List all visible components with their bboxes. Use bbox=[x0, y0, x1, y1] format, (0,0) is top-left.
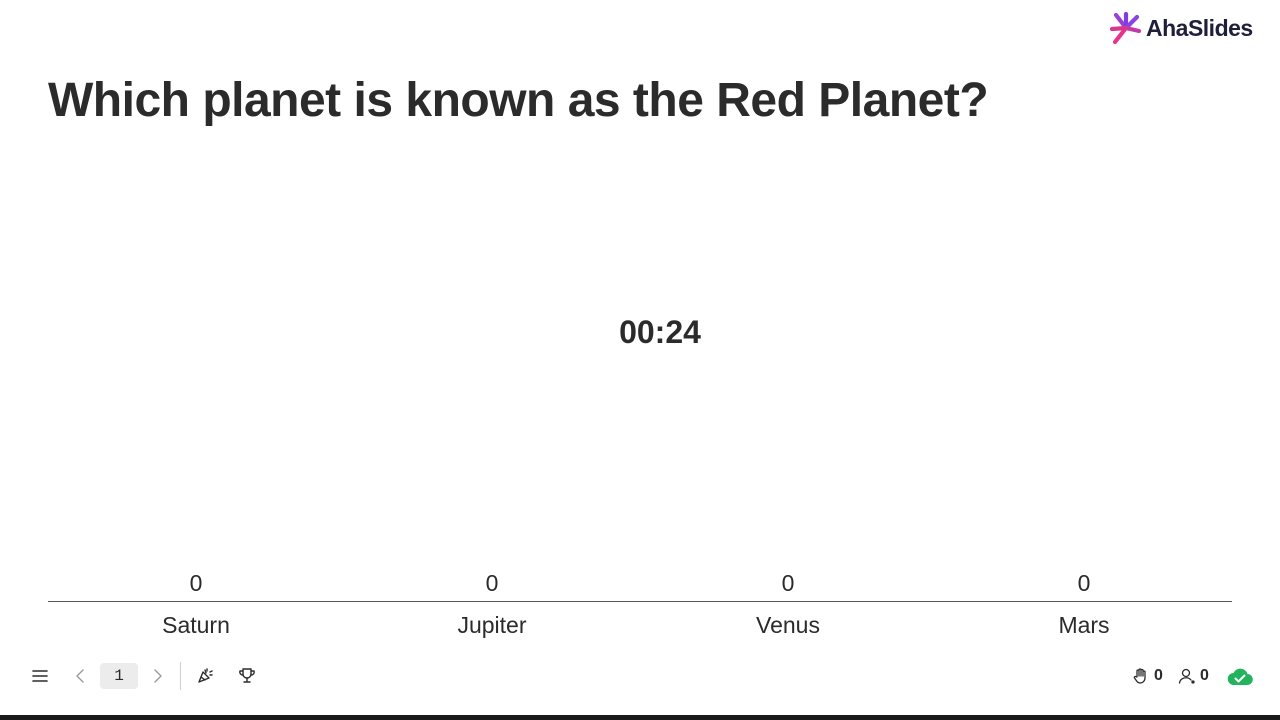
next-slide-button[interactable] bbox=[148, 664, 168, 688]
category-label-saturn: Saturn bbox=[162, 612, 230, 638]
menu-button[interactable] bbox=[28, 664, 52, 688]
chart-baseline bbox=[48, 601, 1232, 602]
bar-row: 0 0 0 0 bbox=[48, 560, 1232, 602]
bar-value-venus: 0 bbox=[781, 570, 795, 596]
party-popper-icon bbox=[198, 668, 213, 683]
sync-status[interactable] bbox=[1226, 663, 1254, 689]
brand-logo: AhaSlides bbox=[1110, 10, 1253, 46]
ahaslides-logo-icon bbox=[1110, 11, 1142, 45]
raised-hands-count: 0 bbox=[1154, 667, 1163, 684]
category-label-jupiter: Jupiter bbox=[457, 612, 527, 638]
presenter-toolbar: 1 0 0 bbox=[0, 656, 1280, 696]
participant-icon bbox=[1178, 668, 1195, 684]
bar-value-mars: 0 bbox=[1077, 570, 1091, 596]
leaderboard-button[interactable] bbox=[235, 664, 259, 688]
raised-hands-counter[interactable]: 0 bbox=[1132, 664, 1163, 688]
previous-slide-button[interactable] bbox=[70, 664, 90, 688]
brand-name: AhaSlides bbox=[1146, 14, 1253, 41]
chevron-left-icon bbox=[76, 669, 84, 683]
bar-column-mars: 0 bbox=[936, 560, 1232, 602]
window-bottom-edge bbox=[0, 715, 1280, 720]
confetti-button[interactable] bbox=[193, 664, 217, 688]
category-labels: Saturn Jupiter Venus Mars bbox=[48, 612, 1232, 639]
cloud-check-icon bbox=[1227, 668, 1253, 686]
question-title: Which planet is known as the Red Planet? bbox=[48, 74, 989, 127]
participants-counter[interactable]: 0 bbox=[1178, 664, 1209, 688]
results-chart: 0 0 0 0 Saturn Jupiter Venus Mars bbox=[48, 560, 1232, 650]
raised-hand-icon bbox=[1133, 668, 1146, 684]
hamburger-icon bbox=[32, 670, 48, 682]
participants-count: 0 bbox=[1200, 667, 1209, 684]
presentation-slide: AhaSlides Which planet is known as the R… bbox=[0, 0, 1280, 720]
bar-value-saturn: 0 bbox=[189, 570, 203, 596]
category-label-mars: Mars bbox=[1058, 612, 1110, 638]
category-label-venus: Venus bbox=[756, 612, 820, 638]
bar-value-jupiter: 0 bbox=[485, 570, 499, 596]
bar-column-jupiter: 0 bbox=[344, 560, 640, 602]
toolbar-divider bbox=[180, 662, 181, 690]
slide-number[interactable]: 1 bbox=[100, 663, 138, 689]
countdown-timer: 00:24 bbox=[619, 314, 701, 350]
chevron-right-icon bbox=[154, 669, 162, 683]
trophy-icon bbox=[239, 668, 255, 683]
bar-column-saturn: 0 bbox=[48, 560, 344, 602]
bar-column-venus: 0 bbox=[640, 560, 936, 602]
